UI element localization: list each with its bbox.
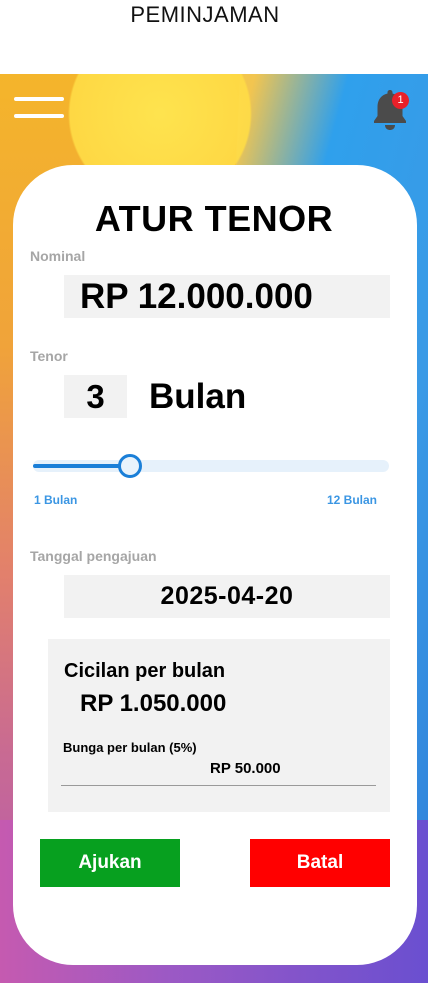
date-label: Tanggal pengajuan xyxy=(30,548,157,564)
interest-label: Bunga per bulan (5%) xyxy=(63,740,197,755)
nominal-label: Nominal xyxy=(30,248,86,264)
card-heading: ATUR TENOR xyxy=(94,198,334,239)
slider-thumb[interactable] xyxy=(118,454,142,478)
tenor-slider[interactable] xyxy=(33,454,389,478)
tenor-label: Tenor xyxy=(30,348,68,364)
hamburger-menu-icon[interactable] xyxy=(14,95,66,121)
installment-label: Cicilan per bulan xyxy=(64,660,226,682)
slider-min-label: 1 Bulan xyxy=(34,493,78,507)
notification-button[interactable]: 1 xyxy=(368,86,412,132)
submit-button[interactable]: Ajukan xyxy=(40,839,180,887)
interest-value: RP 50.000 xyxy=(210,760,281,777)
cancel-button[interactable]: Batal xyxy=(250,839,390,887)
tenor-field[interactable]: 3 xyxy=(64,375,127,418)
tenor-unit-label: Bulan xyxy=(149,377,247,416)
slider-fill xyxy=(33,464,130,468)
page-title: PEMINJAMAN xyxy=(130,2,280,27)
notification-badge: 1 xyxy=(392,92,409,109)
date-field[interactable]: 2025-04-20 xyxy=(64,575,390,618)
installment-value: RP 1.050.000 xyxy=(80,690,227,717)
nominal-field[interactable]: RP 12.000.000 xyxy=(64,275,390,318)
divider xyxy=(61,785,376,786)
slider-max-label: 12 Bulan xyxy=(327,493,378,507)
